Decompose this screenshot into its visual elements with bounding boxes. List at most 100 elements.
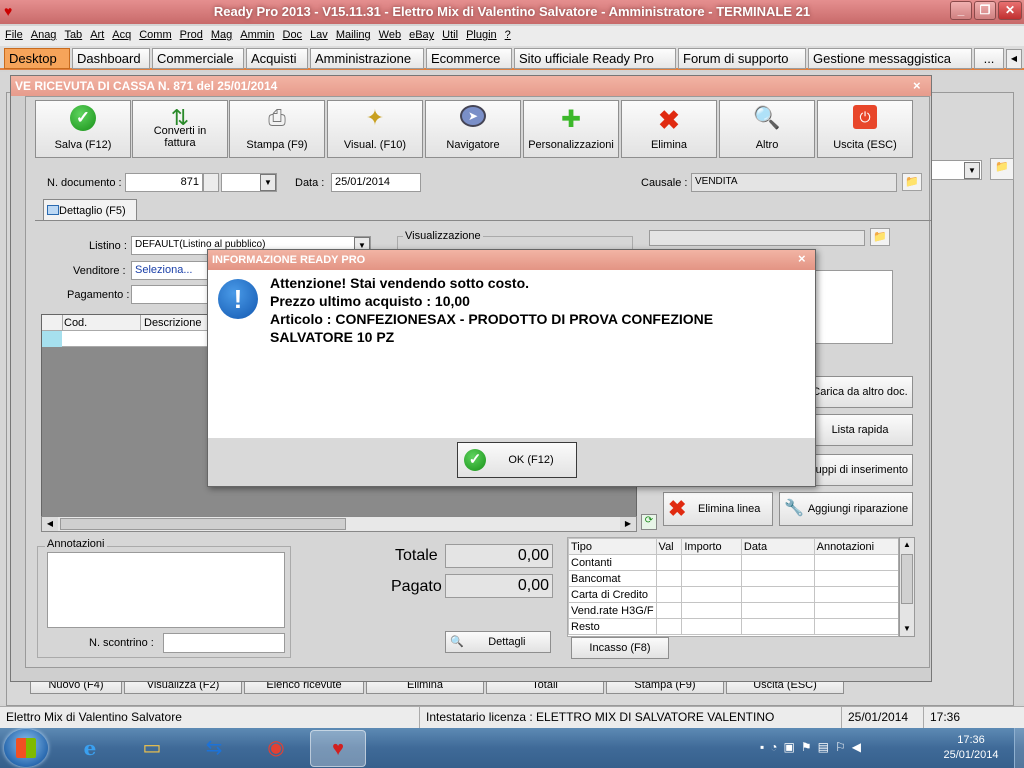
elimina-button[interactable]: ✖ Elimina [621, 100, 717, 158]
pay-col-header[interactable]: Annotazioni [813, 538, 898, 555]
action-center-icon[interactable]: ⚐ [835, 740, 852, 754]
bg-dropdown-arrow[interactable]: ▼ [964, 162, 980, 179]
receipt-close-icon[interactable]: × [913, 78, 921, 93]
scroll-right-icon[interactable]: ▶ [620, 517, 636, 531]
right-top-field[interactable] [649, 230, 865, 246]
table-row[interactable]: Vend.rate H3G/F [568, 602, 898, 619]
scroll-up-icon[interactable]: ▲ [900, 538, 914, 552]
pay-cell[interactable] [813, 586, 898, 603]
scroll-down-icon[interactable]: ▼ [900, 622, 914, 636]
pay-col-header[interactable]: Importo [681, 538, 742, 555]
menu-item-lav[interactable]: Lav [305, 26, 331, 41]
ndoc-input[interactable]: 871 [125, 173, 203, 192]
menu-item-ammin[interactable]: Ammin [235, 26, 277, 41]
menu-item-art[interactable]: Art [85, 26, 107, 41]
pay-type-cell[interactable]: Contanti [568, 554, 657, 571]
grid-col-cod[interactable]: Cod. [64, 317, 87, 329]
display-icon[interactable]: ▤ [818, 740, 835, 754]
pay-cell[interactable] [740, 586, 815, 603]
gruppi-inserimento-button[interactable]: ruppi di inserimento [807, 454, 913, 486]
refresh-icon[interactable]: ⟳ [641, 514, 657, 530]
menu-item-ebay[interactable]: eBay [404, 26, 437, 41]
ndoc-suffix-input[interactable] [203, 173, 219, 192]
menu-item-tab[interactable]: Tab [59, 26, 85, 41]
table-row[interactable]: Resto [568, 618, 898, 635]
pay-cell[interactable] [681, 618, 742, 635]
tab-acquisti[interactable]: Acquisti [246, 48, 308, 69]
update-icon[interactable]: ⚑ [801, 740, 818, 754]
tab-sito-ufficiale[interactable]: Sito ufficiale Ready Pro [514, 48, 676, 69]
payments-vscrollbar[interactable]: ▲ ▼ [899, 537, 915, 637]
close-button[interactable]: ✕ [998, 1, 1022, 20]
salva-button[interactable]: ✓ Salva (F12) [35, 100, 131, 158]
menu-item-comm[interactable]: Comm [134, 26, 174, 41]
tab-forum[interactable]: Forum di supporto [678, 48, 806, 69]
minimize-button[interactable]: _ [950, 1, 972, 20]
pay-col-header[interactable]: Data [740, 538, 815, 555]
elimina-linea-button[interactable]: ✖ Elimina linea [663, 492, 773, 526]
pay-type-cell[interactable]: Carta di Credito [568, 586, 657, 603]
right-folder-icon[interactable]: 📁 [870, 228, 890, 246]
incasso-button[interactable]: Incasso (F8) [571, 637, 669, 659]
ndoc-series-arrow[interactable]: ▼ [260, 174, 276, 191]
pay-col-header[interactable]: Val [655, 538, 683, 555]
menu-item-mag[interactable]: Mag [206, 26, 235, 41]
table-row[interactable]: Carta di Credito [568, 586, 898, 603]
scontrino-input[interactable] [163, 633, 285, 653]
maximize-button[interactable]: ❐ [974, 1, 996, 20]
pay-cell[interactable] [655, 602, 683, 619]
security-icon[interactable]: ▣ [784, 740, 801, 754]
scroll-thumb[interactable] [901, 554, 913, 604]
pay-cell[interactable] [655, 586, 683, 603]
pay-type-cell[interactable]: Resto [568, 618, 657, 635]
pay-cell[interactable] [681, 602, 742, 619]
tray-clock[interactable]: 17:36 25/01/2014 [930, 733, 1012, 763]
tab-commerciale[interactable]: Commerciale [152, 48, 244, 69]
personalizzazioni-button[interactable]: ✚ Personalizzazioni [523, 100, 619, 158]
navigatore-button[interactable]: ➤ Navigatore [425, 100, 521, 158]
chrome-icon[interactable]: ◉ [248, 730, 304, 767]
altro-button[interactable]: 🔍 Altro [719, 100, 815, 158]
pay-cell[interactable] [740, 618, 815, 635]
pay-cell[interactable] [655, 570, 683, 587]
menu-item-util[interactable]: Util [437, 26, 461, 41]
pay-cell[interactable] [681, 570, 742, 587]
menu-item-anag[interactable]: Anag [26, 26, 60, 41]
dialog-close-icon[interactable]: × [798, 251, 806, 266]
show-desktop-button[interactable] [1014, 728, 1024, 768]
tab-messaggistica[interactable]: Gestione messaggistica [808, 48, 972, 69]
uscita-button[interactable]: ⏻ Uscita (ESC) [817, 100, 913, 158]
pay-cell[interactable] [740, 602, 815, 619]
pay-cell[interactable] [740, 570, 815, 587]
volume-icon[interactable]: ◀ [852, 740, 867, 754]
visual--button[interactable]: ✦ Visual. (F10) [327, 100, 423, 158]
pay-cell[interactable] [681, 554, 742, 571]
causale-folder-icon[interactable]: 📁 [902, 173, 922, 191]
menu-item-plugin[interactable]: Plugin [461, 26, 500, 41]
internet-explorer-icon[interactable]: e [62, 730, 118, 767]
pay-cell[interactable] [655, 618, 683, 635]
tab-dettaglio[interactable]: Dettaglio (F5) [43, 199, 137, 221]
scroll-thumb[interactable] [60, 518, 346, 530]
pay-cell[interactable] [813, 570, 898, 587]
tab-amministrazione[interactable]: Amministrazione [310, 48, 424, 69]
pay-cell[interactable] [813, 618, 898, 635]
tab-ecommerce[interactable]: Ecommerce [426, 48, 512, 69]
network-icon[interactable]: ◔ [770, 740, 783, 754]
bg-folder-icon[interactable]: 📁 [990, 158, 1014, 180]
pay-cell[interactable] [681, 586, 742, 603]
keyboard-icon[interactable]: ▪ [760, 740, 770, 754]
menu-item-prod[interactable]: Prod [175, 26, 206, 41]
ready-pro-icon[interactable]: ♥ [310, 730, 366, 767]
menu-item-acq[interactable]: Acq [107, 26, 134, 41]
pay-cell[interactable] [740, 554, 815, 571]
pay-col-header[interactable]: Tipo [568, 538, 657, 555]
lista-rapida-button[interactable]: Lista rapida [807, 414, 913, 446]
pay-type-cell[interactable]: Bancomat [568, 570, 657, 587]
file-explorer-icon[interactable]: ▭ [124, 730, 180, 767]
tabs-scroll-left[interactable]: ◀ [1006, 49, 1022, 69]
converti-in-fattura-button[interactable]: ⇅ Converti in fattura [132, 100, 228, 158]
start-button[interactable] [4, 729, 48, 767]
grid-col-descrizione[interactable]: Descrizione [144, 317, 201, 329]
ok-button[interactable]: ✓ OK (F12) [457, 442, 577, 478]
